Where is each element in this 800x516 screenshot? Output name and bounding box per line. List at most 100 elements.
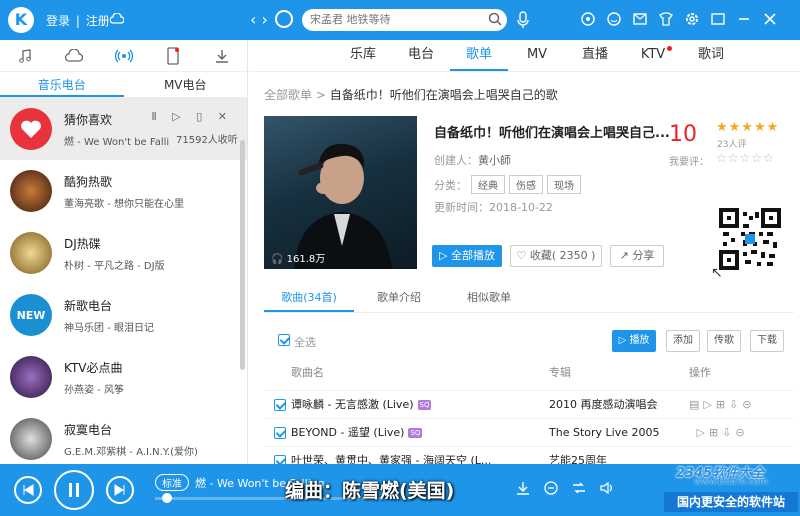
app-logo[interactable]: K (8, 7, 34, 33)
radio-title: 新歌电台 (64, 298, 113, 313)
radio-subtitle: 孙燕姿 - 风筝 (64, 384, 124, 396)
cloud-tab-icon[interactable] (49, 40, 98, 71)
cloud-icon[interactable] (110, 13, 124, 25)
more-icon[interactable] (543, 480, 559, 496)
download-icon[interactable] (515, 480, 531, 496)
tab-similar[interactable]: 相似歌单 (444, 287, 534, 312)
tab-mv-radio[interactable]: MV电台 (124, 72, 248, 97)
share-button[interactable]: ↗ 分享 (610, 245, 664, 267)
mouse-cursor: ↖ (711, 265, 723, 281)
song-album[interactable]: The Story Live 2005 (549, 419, 659, 447)
radio-subtitle: 燃 - We Won't be Falli (64, 136, 170, 148)
next-button[interactable] (106, 476, 134, 504)
sidebar: 音乐电台 MV电台 猜你喜欢燃 - We Won't be Falli Ⅱ ▷ … (0, 40, 248, 464)
my-rating-stars[interactable]: ☆☆☆☆☆ (716, 151, 775, 165)
download-button[interactable]: 下载 (750, 330, 784, 352)
breadcrumb: 全部歌单 > 自备纸巾！听他们在演唱会上唱哭自己的歌 (264, 88, 558, 102)
song-checkbox[interactable] (274, 427, 286, 439)
sq-badge-icon: SQ (408, 428, 423, 438)
sidebar-tabs: 音乐电台 MV电台 (0, 72, 247, 98)
header-song: 歌曲名 (291, 366, 324, 379)
sidebar-scrollbar[interactable] (240, 140, 245, 370)
song-name[interactable]: BEYOND - 遥望 (Live) SQ (291, 419, 423, 447)
previous-button[interactable] (14, 476, 42, 504)
tag-sad[interactable]: 伤感 (509, 175, 543, 194)
message-icon[interactable] (632, 11, 648, 27)
volume-icon[interactable] (599, 480, 615, 496)
add-button[interactable]: 添加 (666, 330, 700, 352)
song-album[interactable]: 2010 再度感动演唱会 (549, 391, 658, 419)
game-icon[interactable] (580, 11, 596, 27)
radio-icon[interactable] (99, 40, 148, 71)
tab-library[interactable]: 乐库 (334, 40, 392, 71)
quality-badge[interactable]: 标准 (155, 474, 189, 491)
playlist-cover[interactable] (264, 116, 417, 269)
breadcrumb-root[interactable]: 全部歌单 (264, 88, 312, 102)
minimize-icon[interactable] (736, 11, 752, 27)
title-bar: K 登录 | 注册 ‹ › (0, 0, 800, 40)
tab-mv[interactable]: MV (508, 40, 566, 71)
select-all-checkbox[interactable] (278, 334, 290, 346)
progress-handle[interactable] (162, 493, 172, 503)
send-button[interactable]: 传歌 (707, 330, 741, 352)
shuffle-icon[interactable] (571, 480, 587, 496)
radio-item-guess-you-like[interactable]: 猜你喜欢燃 - We Won't be Falli Ⅱ ▷ ▯ ✕ 71592人… (0, 98, 247, 160)
search-icon[interactable] (488, 12, 502, 26)
register-link[interactable]: 注册 (86, 14, 110, 28)
back-forward-arrows[interactable]: ‹ › (250, 10, 268, 29)
song-row[interactable]: BEYOND - 遥望 (Live) SQ The Story Live 2005… (264, 418, 794, 446)
close-icon[interactable] (762, 11, 778, 27)
tab-live[interactable]: 直播 (566, 40, 624, 71)
breadcrumb-current: 自备纸巾！听他们在演唱会上唱哭自己的歌 (329, 88, 558, 102)
song-name[interactable]: 谭咏麟 - 无言感激 (Live) SQ (291, 391, 432, 419)
select-all[interactable]: 全选 (274, 334, 316, 350)
radio-item-hot-songs[interactable]: 酷狗热歌 董海亮歌 - 想你只能在心里 (0, 160, 247, 222)
song-checkbox[interactable] (274, 399, 286, 411)
song-actions[interactable]: ▷⊞⇩⊝ (689, 419, 749, 447)
login-link[interactable]: 登录 (46, 14, 70, 28)
creator-name[interactable]: 黄小師 (478, 154, 511, 167)
song-actions[interactable]: ▤▷⊞⇩⊝ (689, 391, 756, 419)
settings-icon[interactable] (684, 11, 700, 27)
watermark-slogan: 国内更安全的软件站 (664, 492, 798, 512)
search-input[interactable] (302, 9, 507, 31)
music-note-icon[interactable] (0, 40, 49, 71)
radio-subtitle: 神马乐团 - 眼泪日记 (64, 322, 154, 334)
sidebar-icon-tabs (0, 40, 247, 72)
phone-icon[interactable] (148, 40, 197, 71)
radio-item-lonely[interactable]: 寂寞电台 G.E.M.邓紫棋 - A.I.N.Y.(爱你) (0, 408, 247, 470)
radio-controls[interactable]: Ⅱ ▷ ▯ ✕ (151, 110, 233, 123)
song-name[interactable]: 叶世荣、黄贯中、黄家强 - 海阔天空 (L... (291, 447, 491, 464)
song-album[interactable]: 艺能25周年 (549, 447, 607, 464)
tab-lyrics[interactable]: 歌词 (682, 40, 740, 71)
play-button[interactable]: ▷ 播放 (612, 330, 656, 352)
tshirt-icon[interactable] (658, 11, 674, 27)
tab-songs[interactable]: 歌曲(34首) (264, 287, 354, 312)
radio-item-ktv[interactable]: KTV必点曲 孙燕姿 - 风筝 (0, 346, 247, 408)
microphone-icon[interactable] (517, 11, 529, 29)
tag-classic[interactable]: 经典 (471, 175, 505, 194)
player-icons (515, 480, 615, 496)
radio-item-dj[interactable]: DJ热碟 朴树 - 平凡之路 - DJ版 (0, 222, 247, 284)
tab-radio[interactable]: 电台 (392, 40, 450, 71)
song-row[interactable]: 谭咏麟 - 无言感激 (Live) SQ 2010 再度感动演唱会 ▤▷⊞⇩⊝ (264, 390, 794, 418)
pause-button[interactable] (54, 470, 94, 510)
tag-live[interactable]: 现场 (547, 175, 581, 194)
next-icon (114, 484, 125, 496)
tab-ktv[interactable]: KTV (624, 40, 682, 71)
skin-icon[interactable] (606, 11, 622, 27)
tab-playlists[interactable]: 歌单 (450, 40, 508, 71)
tab-intro[interactable]: 歌单介绍 (354, 287, 444, 312)
song-checkbox[interactable] (274, 455, 286, 464)
playlist-subtabs: 歌曲(34首) 歌单介绍 相似歌单 (264, 287, 794, 313)
play-all-button[interactable]: ▷ 全部播放 (432, 245, 502, 267)
mini-mode-icon[interactable] (710, 11, 726, 27)
radio-title: DJ热碟 (64, 236, 101, 251)
tab-music-radio[interactable]: 音乐电台 (0, 72, 124, 97)
song-table-header: 歌曲名 专辑 操作 (264, 364, 794, 386)
download-icon[interactable] (198, 40, 247, 71)
radio-item-new-songs[interactable]: NEW 新歌电台 神马乐团 - 眼泪日记 (0, 284, 247, 346)
refresh-icon[interactable] (275, 10, 293, 28)
favorite-button[interactable]: ♡ 收藏( 2350 ) (510, 245, 602, 267)
sq-badge-icon: SQ (417, 400, 432, 410)
